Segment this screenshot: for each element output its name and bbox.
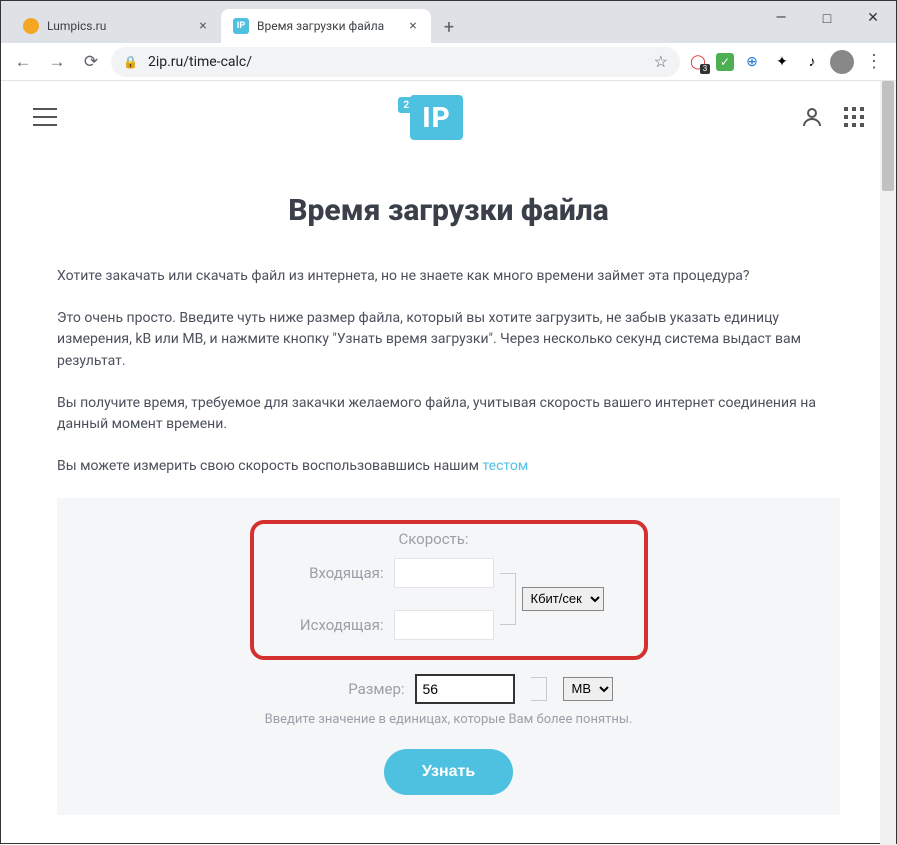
browser-toolbar: ← → ⟳ 🔒 2ip.ru/time-calc/ ☆ ◯ ✓ ⊕ ✦ ♪ ⋮ — [1, 43, 896, 81]
close-icon[interactable]: × — [405, 18, 421, 34]
intro-para-4: Вы можете измерить свою скорость восполь… — [57, 456, 840, 478]
minimize-button[interactable]: — — [758, 1, 804, 35]
speed-highlight-box: Скорость: Входящая: Исходящая: — [250, 520, 648, 660]
address-bar[interactable]: 🔒 2ip.ru/time-calc/ ☆ — [111, 47, 680, 77]
extension-opera-icon[interactable]: ◯ — [686, 50, 710, 74]
maximize-button[interactable]: □ — [804, 1, 850, 35]
bracket-decoration — [500, 573, 516, 625]
scrollbar[interactable] — [880, 81, 896, 845]
back-button[interactable]: ← — [9, 48, 37, 76]
scrollbar-thumb[interactable] — [882, 81, 894, 191]
tab-title: Lumpics.ru — [47, 19, 187, 33]
site-logo[interactable]: 2 IP — [394, 95, 462, 140]
tab-lumpics[interactable]: Lumpics.ru × — [11, 9, 221, 43]
outgoing-speed-input[interactable] — [394, 610, 494, 640]
speed-label: Скорость: — [264, 530, 604, 548]
logo-badge: 2 — [398, 97, 414, 113]
intro-para-3: Вы получите время, требуемое для закачки… — [57, 393, 840, 436]
tab-title: Время загрузки файла — [257, 19, 397, 33]
close-icon[interactable]: × — [195, 18, 211, 34]
bracket-decoration — [531, 677, 547, 701]
forward-button[interactable]: → — [43, 48, 71, 76]
site-header: 2 IP — [1, 81, 896, 153]
header-actions — [800, 105, 864, 129]
extension-globe-icon[interactable]: ⊕ — [740, 50, 764, 74]
favicon-2ip: IP — [233, 18, 249, 34]
extensions-menu-icon[interactable]: ✦ — [770, 50, 794, 74]
media-control-icon[interactable]: ♪ — [800, 50, 824, 74]
submit-button[interactable]: Узнать — [384, 749, 513, 795]
size-input[interactable] — [415, 674, 515, 704]
browser-titlebar: Lumpics.ru × IP Время загрузки файла × +… — [1, 1, 896, 43]
size-hint: Введите значение в единицах, которые Вам… — [87, 712, 810, 727]
size-label: Размер: — [285, 680, 405, 698]
chrome-menu-button[interactable]: ⋮ — [860, 48, 888, 76]
window-controls: — □ ✕ — [758, 1, 896, 35]
speed-unit-select[interactable]: Кбит/сек — [522, 587, 604, 611]
hamburger-menu-icon[interactable] — [33, 108, 57, 126]
apps-grid-icon[interactable] — [844, 107, 864, 127]
incoming-speed-input[interactable] — [394, 558, 494, 588]
extension-check-icon[interactable]: ✓ — [716, 53, 734, 71]
url-text: 2ip.ru/time-calc/ — [148, 54, 644, 70]
tab-2ip[interactable]: IP Время загрузки файла × — [221, 9, 431, 43]
intro-para-1: Хотите закачать или скачать файл из инте… — [57, 266, 840, 288]
speed-test-link[interactable]: тестом — [482, 458, 528, 474]
page-title: Время загрузки файла — [57, 193, 840, 228]
bookmark-icon[interactable]: ☆ — [654, 52, 668, 71]
size-unit-select[interactable]: MB — [563, 677, 613, 701]
intro-para-2: Это очень просто. Введите чуть ниже разм… — [57, 308, 840, 373]
lock-icon: 🔒 — [123, 55, 138, 69]
favicon-lumpics — [23, 18, 39, 34]
page-viewport: 2 IP Время загрузки файла Хотите закачат… — [1, 81, 896, 845]
main-content: Время загрузки файла Хотите закачать или… — [1, 153, 896, 815]
profile-avatar[interactable] — [830, 50, 854, 74]
outgoing-label: Исходящая: — [264, 616, 384, 634]
user-icon[interactable] — [800, 105, 824, 129]
incoming-label: Входящая: — [264, 564, 384, 582]
close-window-button[interactable]: ✕ — [850, 1, 896, 35]
calculator-form: Скорость: Входящая: Исходящая: — [57, 498, 840, 815]
reload-button[interactable]: ⟳ — [77, 48, 105, 76]
new-tab-button[interactable]: + — [435, 13, 463, 41]
logo-text: IP — [410, 95, 462, 140]
